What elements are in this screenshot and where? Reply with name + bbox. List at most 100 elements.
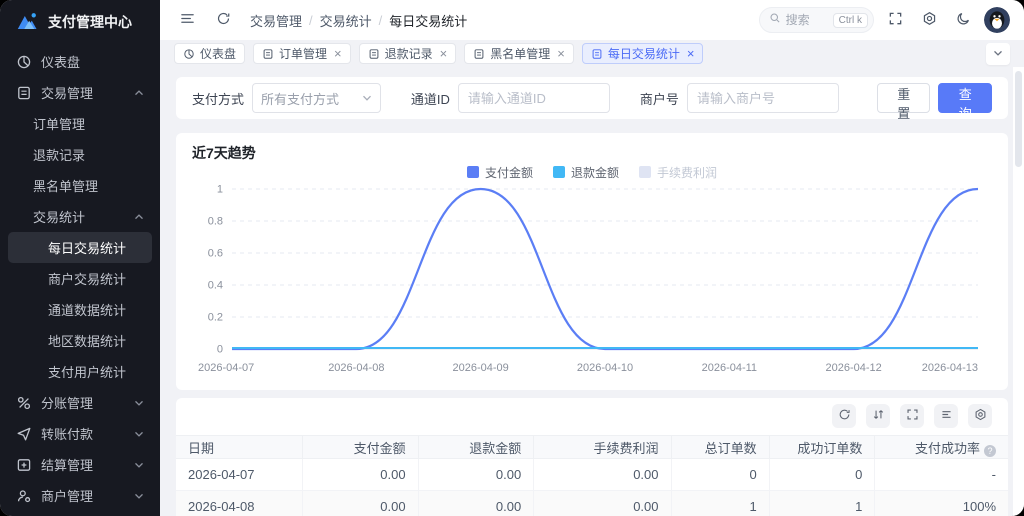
scrollbar-track[interactable]: [1013, 67, 1024, 516]
collapse-sidebar-button[interactable]: [174, 7, 200, 33]
chevron-down-icon: [134, 491, 144, 501]
sidebar-item[interactable]: 分账管理: [8, 387, 152, 418]
table-toolbar: [176, 404, 1008, 435]
tab[interactable]: 订单管理 ×: [253, 43, 351, 64]
legend-item[interactable]: 退款金额: [552, 164, 619, 181]
svg-text:2026-04-13: 2026-04-13: [922, 362, 978, 374]
split-icon: [16, 395, 32, 411]
sidebar-item[interactable]: 支付接口: [8, 511, 152, 516]
tab[interactable]: 黑名单管理 ×: [464, 43, 574, 64]
table-panel: 日期 支付金额 退款金额 手续费利润 总订单数 成功订单数 支付成功率? 2026-04-07…: [176, 398, 1008, 516]
breadcrumb-item[interactable]: 交易统计: [320, 11, 372, 30]
fullscreen-icon: [888, 11, 903, 29]
table-settings-button[interactable]: [968, 404, 992, 428]
daily-stats-table: 日期 支付金额 退款金额 手续费利润 总订单数 成功订单数 支付成功率? 2026-04-07…: [176, 435, 1008, 516]
tab[interactable]: 每日交易统计 ×: [581, 43, 704, 64]
column-header-label: 成功订单数: [797, 440, 863, 456]
tab-list-dropdown-button[interactable]: [986, 42, 1010, 65]
sidebar-item-label: 交易管理: [41, 86, 94, 101]
legend-item[interactable]: 手续费利润: [639, 164, 717, 181]
column-header: 手续费利润: [533, 435, 672, 459]
column-header: 支付成功率?: [874, 435, 1008, 459]
table-cell: 0.00: [533, 458, 672, 491]
hamburger-icon: [180, 11, 195, 29]
doc-icon: [473, 48, 485, 60]
send-icon: [16, 426, 32, 442]
breadcrumb-item[interactable]: 交易管理: [250, 11, 302, 30]
settle-icon: [16, 457, 32, 473]
doc-icon: [368, 48, 380, 60]
refresh-page-button[interactable]: [210, 7, 236, 33]
column-header: 总订单数: [671, 435, 770, 459]
sidebar-item[interactable]: 通道数据统计: [8, 294, 152, 325]
scrollbar-thumb[interactable]: [1015, 71, 1022, 167]
sidebar-item[interactable]: 黑名单管理: [8, 170, 152, 201]
column-header-label: 退款金额: [469, 440, 522, 456]
app-logo[interactable]: 支付管理中心: [0, 0, 160, 44]
sidebar-item[interactable]: 交易管理: [8, 77, 152, 108]
sidebar-item[interactable]: 商户管理: [8, 480, 152, 511]
sidebar-item[interactable]: 订单管理: [8, 108, 152, 139]
reset-button[interactable]: 重置: [876, 83, 931, 121]
sidebar-item-label: 仪表盘: [41, 55, 81, 70]
table-fullscreen-button[interactable]: [900, 404, 924, 428]
tab[interactable]: 仪表盘: [174, 43, 246, 64]
search-field[interactable]: [785, 13, 828, 27]
breadcrumb-separator: /: [309, 12, 313, 28]
tab-close-icon[interactable]: ×: [557, 47, 565, 60]
table-sort-button[interactable]: [866, 404, 890, 428]
fullscreen-button[interactable]: [882, 7, 908, 33]
sidebar-item[interactable]: 地区数据统计: [8, 325, 152, 356]
table-density-button[interactable]: [934, 404, 958, 428]
sidebar-item[interactable]: 每日交易统计: [8, 232, 152, 263]
merchant-no-input[interactable]: [686, 83, 839, 113]
sidebar-item[interactable]: 结算管理: [8, 449, 152, 480]
legend-item[interactable]: 支付金额: [466, 164, 533, 181]
sidebar-item-label: 退款记录: [33, 148, 86, 163]
gear-icon: [974, 408, 987, 424]
sidebar-item[interactable]: 商户交易统计: [8, 263, 152, 294]
tab-bar: 仪表盘 订单管理 × 退款记录 × 黑名单管理 × 每日交易统计 ×: [160, 40, 1024, 67]
svg-text:2026-04-09: 2026-04-09: [453, 362, 509, 374]
merchant-no-label: 商户号: [639, 91, 679, 107]
sidebar-item[interactable]: 支付用户统计: [8, 356, 152, 387]
tab[interactable]: 退款记录 ×: [358, 43, 457, 64]
chart-title: 近7天趋势: [192, 145, 256, 161]
tab-close-icon[interactable]: ×: [440, 47, 448, 60]
tab-close-icon[interactable]: ×: [334, 47, 342, 60]
query-button[interactable]: 查询: [938, 83, 992, 121]
theme-toggle-button[interactable]: [950, 7, 976, 33]
table-cell: 0.00: [302, 490, 419, 516]
sidebar-item[interactable]: 转账付款: [8, 418, 152, 449]
chart-panel: 近7天趋势 支付金额 退款金额 手续费利润 0 0.2 0.4 0.6 0.8 1 2026-0…: [176, 133, 1008, 390]
svg-text:0.4: 0.4: [208, 280, 223, 292]
user-icon: [16, 488, 32, 504]
table-refresh-button[interactable]: [832, 404, 856, 428]
legend-label: 支付金额: [484, 165, 533, 180]
chevron-down-icon: [993, 46, 1003, 61]
sidebar-item-label: 商户管理: [41, 489, 94, 504]
sidebar-item-label: 每日交易统计: [48, 241, 127, 256]
sidebar-item[interactable]: 退款记录: [8, 139, 152, 170]
sidebar-item[interactable]: 仪表盘: [8, 46, 152, 77]
svg-text:0.8: 0.8: [208, 216, 223, 228]
moon-icon: [956, 11, 971, 29]
help-icon[interactable]: ?: [984, 444, 996, 457]
pay-method-select[interactable]: 所有支付方式: [252, 83, 381, 113]
logo-icon: [14, 9, 40, 35]
header-actions: Ctrl k: [758, 7, 1010, 33]
sidebar-nav: 仪表盘交易管理订单管理退款记录黑名单管理 交易统计每日交易统计商户交易统计 通道数据…: [0, 44, 160, 516]
settings-button[interactable]: [916, 7, 942, 33]
legend-swatch: [466, 166, 479, 178]
table-cell: 0.00: [533, 490, 672, 516]
sidebar-item[interactable]: 交易统计: [8, 201, 152, 232]
svg-text:2026-04-08: 2026-04-08: [328, 362, 384, 374]
search-input[interactable]: Ctrl k: [758, 7, 874, 33]
user-avatar[interactable]: [984, 7, 1010, 33]
breadcrumb-item[interactable]: 每日交易统计: [389, 11, 467, 30]
tab-label: 订单管理: [279, 47, 328, 61]
doc-icon: [16, 85, 32, 101]
tab-close-icon[interactable]: ×: [687, 47, 695, 60]
channel-id-input[interactable]: [457, 83, 610, 113]
search-shortcut-badge: Ctrl k: [832, 12, 868, 28]
